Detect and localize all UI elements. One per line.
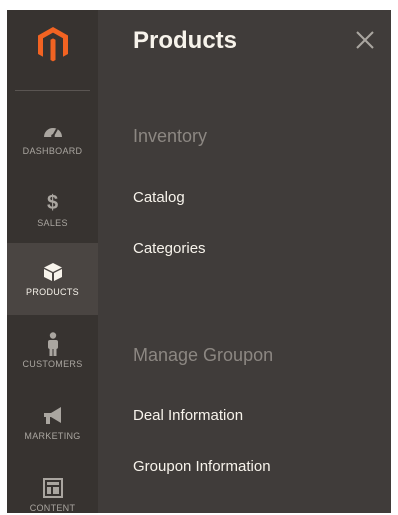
cube-icon [43, 261, 63, 283]
magento-logo-icon [37, 27, 68, 62]
admin-frame: DASHBOARD $ SALES PRODUCTS CUSTOMERS MAR… [7, 10, 391, 513]
menu-label: MARKETING [24, 431, 81, 441]
menu-item-marketing[interactable]: MARKETING [7, 387, 98, 459]
close-icon [356, 31, 374, 49]
megaphone-icon [41, 405, 65, 427]
admin-menu: DASHBOARD $ SALES PRODUCTS CUSTOMERS MAR… [7, 10, 98, 513]
menu-item-dashboard[interactable]: DASHBOARD [7, 102, 98, 174]
dollar-icon: $ [46, 191, 59, 214]
menu-item-sales[interactable]: $ SALES [7, 174, 98, 246]
close-button[interactable] [353, 28, 377, 52]
products-submenu-panel: Products Inventory Catalog Categories Ma… [98, 10, 391, 513]
menu-divider [15, 90, 90, 91]
menu-label: PRODUCTS [26, 287, 79, 297]
link-categories[interactable]: Categories [133, 240, 206, 257]
layout-icon [42, 477, 63, 499]
link-catalog[interactable]: Catalog [133, 189, 185, 206]
panel-title: Products [133, 27, 238, 54]
menu-label: CONTENT [29, 503, 76, 513]
magento-logo[interactable] [7, 10, 98, 80]
gauge-icon [42, 120, 64, 142]
menu-item-customers[interactable]: CUSTOMERS [7, 315, 98, 387]
section-title-manage-groupon: Manage Groupon [133, 345, 274, 365]
link-deal-information[interactable]: Deal Information [133, 407, 243, 424]
menu-item-products[interactable]: PRODUCTS [7, 243, 98, 315]
menu-label: DASHBOARD [22, 146, 83, 156]
menu-label: CUSTOMERS [22, 359, 83, 369]
link-groupon-information[interactable]: Groupon Information [133, 458, 271, 475]
menu-label: SALES [37, 218, 68, 228]
section-title-inventory: Inventory [133, 126, 208, 146]
menu-item-content[interactable]: CONTENT [7, 459, 98, 513]
person-icon [46, 332, 60, 356]
